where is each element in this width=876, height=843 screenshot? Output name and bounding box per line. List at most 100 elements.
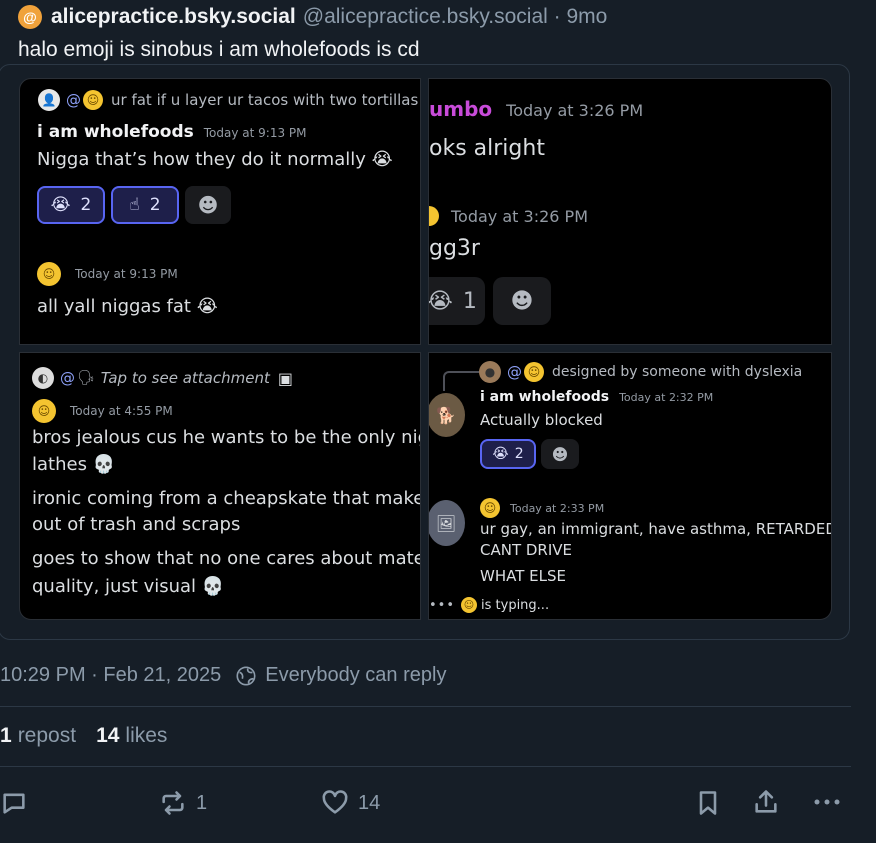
reply-button[interactable] (0, 789, 28, 817)
message-header: umbo Today at 3:26 PM (429, 97, 643, 121)
mention-icon: @ (66, 91, 81, 109)
bookmark-button[interactable] (694, 789, 722, 817)
action-bar: 1 14 (0, 787, 860, 819)
bookmark-icon (699, 791, 717, 815)
post-meta: 10:29 PM · Feb 21, 2025 Everybody can re… (0, 664, 446, 687)
share-button[interactable] (752, 787, 780, 817)
likes-stat[interactable]: 14 likes (96, 724, 167, 748)
message-text-1a: bros jealous cus he wants to be the only… (32, 427, 421, 448)
repost-icon (162, 791, 184, 815)
screenshot-panel-1[interactable]: 👤 @ ☺ ur fat if u layer ur tacos with tw… (19, 78, 421, 345)
crying-emoji-icon: 😭 (50, 195, 71, 215)
add-reaction-button[interactable]: ☻ (185, 186, 231, 224)
screenshot-panel-3[interactable]: ◐ @ 🗣 Tap to see attachment ▣ ☺ Today at… (19, 352, 421, 620)
post-text: halo emoji is sinobus i am wholefoods is… (18, 38, 420, 61)
message-text: Actually blocked (480, 411, 603, 429)
typing-text: is typing... (481, 597, 550, 613)
like-button[interactable]: 14 (320, 789, 380, 817)
reply-icon (3, 793, 25, 814)
repost-button[interactable]: 1 (158, 789, 207, 817)
message-text-2a: ironic coming from a cheapskate that mak… (32, 488, 421, 509)
reply-reference: ◐ @ 🗣 Tap to see attachment ▣ (32, 367, 293, 389)
user-avatar[interactable]: 🖼 (429, 500, 465, 546)
post-timestamp[interactable]: 10:29 PM · Feb 21, 2025 (0, 664, 221, 687)
message-text-2a: ur gay, an immigrant, have asthma, RETAR… (480, 520, 832, 538)
reposts-stat[interactable]: 1 repost (0, 724, 76, 748)
screenshot-panel-2[interactable]: umbo Today at 3:26 PM oks alright Today … (428, 78, 832, 345)
point-up-emoji-icon: ☝ (129, 195, 140, 215)
message-text: all yall niggas fat 😭 (37, 296, 218, 317)
message-header-2: Today at 3:26 PM (429, 206, 588, 226)
mention-icon: @ (60, 369, 75, 387)
message-text: Nigga that’s how they do it normally 😭 (37, 149, 393, 170)
more-options-button[interactable] (812, 787, 842, 817)
reply-text: ur fat if u layer ur tacos with two tort… (111, 91, 419, 109)
crying-emoji-icon: 😭 (428, 288, 453, 314)
reactions: 😭 2 ☻ (480, 439, 579, 469)
divider (0, 706, 851, 707)
halo-emoji-icon: ☺ (83, 90, 103, 110)
timestamp: Today at 2:32 PM (619, 391, 714, 404)
speaking-icon: 🗣 (77, 370, 95, 386)
message-header-2: ☺ Today at 9:13 PM (37, 262, 178, 286)
reply-avatar: ◐ (32, 367, 54, 389)
timestamp: Today at 9:13 PM (203, 126, 307, 140)
screenshot-panel-4[interactable]: ● @ ☺ designed by someone with dyslexia … (428, 352, 832, 620)
reply-setting[interactable]: Everybody can reply (265, 664, 446, 687)
crying-emoji-icon: 😭 (492, 446, 509, 462)
like-count: 14 (358, 791, 381, 814)
share-icon (755, 790, 777, 813)
timestamp: Today at 3:26 PM (506, 101, 644, 120)
message-text-1b: lathes 💀 (32, 454, 116, 475)
username: i am wholefoods (37, 122, 194, 142)
halo-emoji-icon: ☺ (524, 362, 544, 382)
divider (0, 766, 851, 767)
mention-icon: @ (507, 363, 522, 381)
timestamp: Today at 2:33 PM (510, 501, 605, 515)
add-reaction-button[interactable]: ☻ (541, 439, 579, 469)
timestamp: Today at 4:55 PM (70, 404, 173, 418)
author-handle[interactable]: @alicepractice.bsky.social · 9mo (303, 5, 608, 29)
image-icon: ▣ (277, 368, 293, 388)
timestamp: Today at 3:26 PM (451, 206, 588, 226)
message-text-3: WHAT ELSE (480, 567, 566, 585)
reaction-point[interactable]: ☝ 2 (111, 186, 179, 224)
message-header-2: ☺ Today at 2:33 PM (480, 498, 604, 518)
halo-avatar-icon (429, 206, 439, 226)
ellipsis-icon (814, 799, 840, 805)
reaction-count: 2 (80, 195, 92, 215)
smiley-icon: ☻ (197, 193, 219, 217)
author-avatar[interactable]: @ (18, 5, 42, 29)
reaction-cry[interactable]: 😭 1 (428, 277, 485, 325)
reply-avatar: ● (479, 361, 501, 383)
add-reaction-button[interactable]: ☻ (493, 277, 551, 325)
message-text-2b: out of trash and scraps (32, 514, 241, 535)
reactions: 😭 2 ☝ 2 ☻ (37, 186, 231, 224)
halo-avatar-icon: ☺ (461, 597, 478, 613)
username: i am wholefoods (480, 389, 610, 405)
message-header: ☺ Today at 4:55 PM (32, 399, 173, 423)
message-text-3a: goes to show that no one cares about mat… (32, 548, 421, 569)
message-text-2b: CANT DRIVE (480, 541, 573, 559)
message-text: oks alright (429, 136, 545, 161)
author-display-name[interactable]: alicepractice.bsky.social (51, 5, 296, 29)
user-avatar[interactable]: 🐕 (429, 393, 465, 437)
reply-text: designed by someone with dyslexia (552, 364, 803, 380)
reaction-count: 1 (462, 288, 477, 314)
typing-indicator: ••• ☺ is typing... (429, 597, 549, 613)
reaction-count: 2 (149, 195, 161, 215)
post-header: @ alicepractice.bsky.social @alicepracti… (18, 4, 607, 30)
message-header: i am wholefoods Today at 2:32 PM (480, 389, 713, 405)
smiley-icon: ☻ (510, 288, 534, 314)
smiley-icon: ☻ (551, 444, 569, 464)
message-text-3b: quality, just visual 💀 (32, 576, 225, 597)
halo-avatar-icon: ☺ (32, 399, 56, 423)
timestamp: Today at 9:13 PM (75, 267, 178, 281)
reaction-cry[interactable]: 😭 2 (480, 439, 536, 469)
engagement-stats: 1 repost 14 likes (0, 724, 167, 748)
reaction-cry[interactable]: 😭 2 (37, 186, 105, 224)
reply-avatar: 👤 (38, 89, 60, 111)
reaction-count: 2 (514, 446, 524, 462)
heart-icon (322, 790, 348, 814)
repost-count: 1 (196, 791, 208, 814)
